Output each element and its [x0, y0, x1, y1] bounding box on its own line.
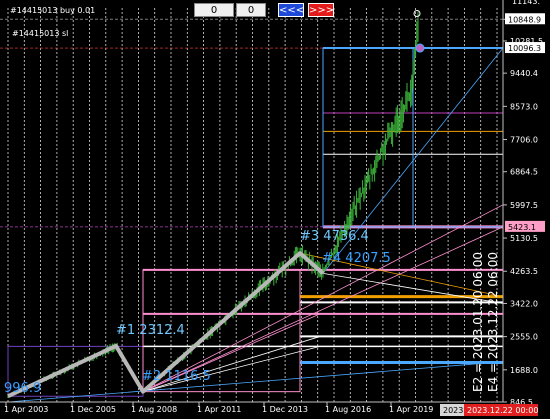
price-axis-label-top: 11143.: [512, 0, 540, 6]
price-axis-label: 8573.0: [510, 102, 538, 111]
price-marker-text: 5423.1: [508, 223, 536, 232]
order-info-line: #14415013 buy 0.01: [10, 6, 96, 15]
point-2-label: #2 1116.5: [142, 369, 211, 384]
price-axis-label: 5130.5: [510, 234, 538, 243]
price-axis-label: 6864.5: [510, 168, 538, 177]
time-marker-text: 2023: [443, 406, 463, 415]
e4-label: E4 = 2023.12.22 06:00: [486, 252, 500, 392]
price-axis-label: 1688.0: [510, 366, 538, 375]
time-marker-red-text: 2023.12.22 00:00: [467, 406, 538, 415]
target-marker: [415, 43, 425, 53]
price-axis-label: 9440.4: [510, 69, 538, 78]
price-axis-label: 5997.5: [510, 201, 538, 210]
time-axis: 1 Apr 2003 1 Dec 2005 1 Aug 2008 1 Apr 2011…: [0, 401, 538, 416]
time-axis-label: 1 Apr 2019: [389, 405, 433, 414]
price-chart[interactable]: 996.9 #1 2312.4 #2 1116.5 #3 4736.4 #4 4…: [0, 0, 550, 419]
sl-label: #14415013 sl: [12, 29, 68, 38]
price-axis-label: 3422.0: [510, 299, 538, 308]
price-marker-text: 10096.3: [508, 44, 541, 53]
time-axis-label: 1 Dec 2005: [70, 405, 116, 414]
price-axis-label: 2555.0: [510, 333, 538, 342]
point-3-label: #3 4736.4: [300, 229, 369, 244]
price-axis-label: 4263.5: [510, 267, 538, 276]
time-axis-label: 1 Aug 2016: [325, 405, 371, 414]
time-axis-label: 1 Dec 2013: [262, 405, 308, 414]
value-button-1[interactable]: 0: [194, 3, 234, 17]
time-axis-label: 1 Apr 2011: [197, 405, 241, 414]
price-marker-text: 10848.9: [508, 15, 541, 24]
next-button[interactable]: >>>: [308, 3, 334, 17]
price-axis-label: 7706.0: [510, 136, 538, 145]
point-1-label: #1 2312.4: [116, 323, 185, 338]
point-4-label: #4 4207.5: [322, 251, 391, 266]
time-axis-label: 1 Aug 2008: [131, 405, 177, 414]
point-0-label: 996.9: [4, 381, 41, 396]
previous-button[interactable]: <<<: [278, 3, 304, 17]
e2-label: E2 = 2023.01.20 06:00: [471, 252, 485, 392]
time-axis-label: 1 Apr 2003: [4, 405, 48, 414]
value-button-2[interactable]: 0: [236, 3, 266, 17]
